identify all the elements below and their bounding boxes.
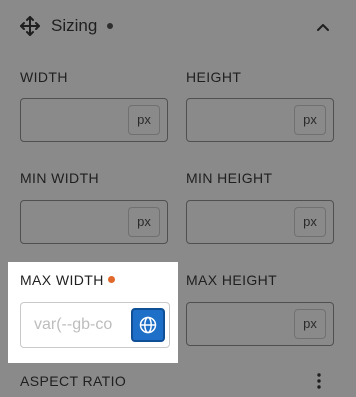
min-height-label: MIN HEIGHT — [186, 170, 273, 186]
max-width-field[interactable]: var(--gb-co — [20, 302, 170, 348]
height-unit-button[interactable]: px — [294, 105, 326, 135]
move-icon — [20, 16, 40, 36]
section-status-dot — [107, 23, 113, 29]
height-input[interactable]: px — [186, 98, 334, 142]
min-width-label: MIN WIDTH — [20, 170, 100, 186]
width-label: WIDTH — [20, 69, 68, 85]
width-unit-button[interactable]: px — [128, 105, 160, 135]
height-label: HEIGHT — [186, 69, 242, 85]
global-variable-button[interactable] — [131, 308, 165, 342]
max-height-unit-button[interactable]: px — [294, 309, 326, 339]
width-input[interactable]: px — [20, 98, 168, 142]
section-header[interactable]: Sizing — [0, 0, 356, 52]
max-width-label: MAX WIDTH — [20, 272, 104, 288]
min-height-unit-button[interactable]: px — [294, 207, 326, 237]
min-height-input[interactable]: px — [186, 200, 334, 244]
globe-icon — [139, 316, 157, 334]
max-width-modified-dot — [108, 276, 115, 283]
min-width-input[interactable]: px — [20, 200, 168, 244]
chevron-up-icon[interactable] — [316, 19, 330, 31]
max-width-highlight: MAX WIDTH var(--gb-co — [8, 262, 178, 363]
max-width-input[interactable]: var(--gb-co — [34, 303, 134, 347]
min-width-unit-button[interactable]: px — [128, 207, 160, 237]
max-height-input[interactable]: px — [186, 302, 334, 346]
more-vertical-icon[interactable] — [316, 372, 322, 390]
aspect-ratio-label: ASPECT RATIO — [20, 373, 127, 389]
section-title: Sizing — [51, 16, 98, 35]
max-height-label: MAX HEIGHT — [186, 272, 278, 288]
